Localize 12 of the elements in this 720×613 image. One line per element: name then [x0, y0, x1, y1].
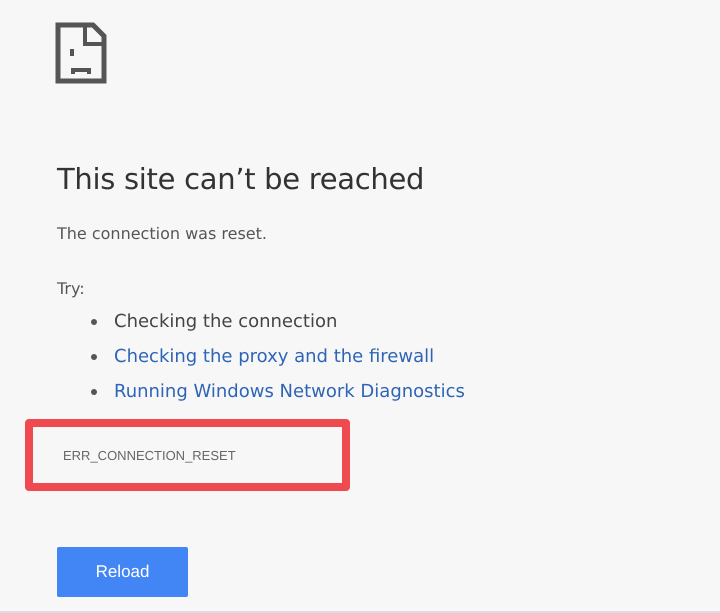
- bullet-icon: [91, 388, 97, 394]
- try-label: Try:: [57, 279, 86, 298]
- suggestion-link[interactable]: Running Windows Network Diagnostics: [114, 381, 465, 402]
- error-code: ERR_CONNECTION_RESET: [63, 448, 236, 462]
- reload-button[interactable]: Reload: [57, 547, 188, 597]
- bullet-icon: [91, 318, 97, 324]
- error-heading: This site can’t be reached: [57, 162, 426, 196]
- error-message: The connection was reset.: [57, 224, 268, 243]
- suggestion-link[interactable]: Checking the proxy and the firewall: [114, 346, 434, 367]
- bullet-icon: [91, 354, 97, 360]
- suggestion-text: Checking the connection: [114, 311, 338, 332]
- sad-page-icon: [55, 22, 107, 84]
